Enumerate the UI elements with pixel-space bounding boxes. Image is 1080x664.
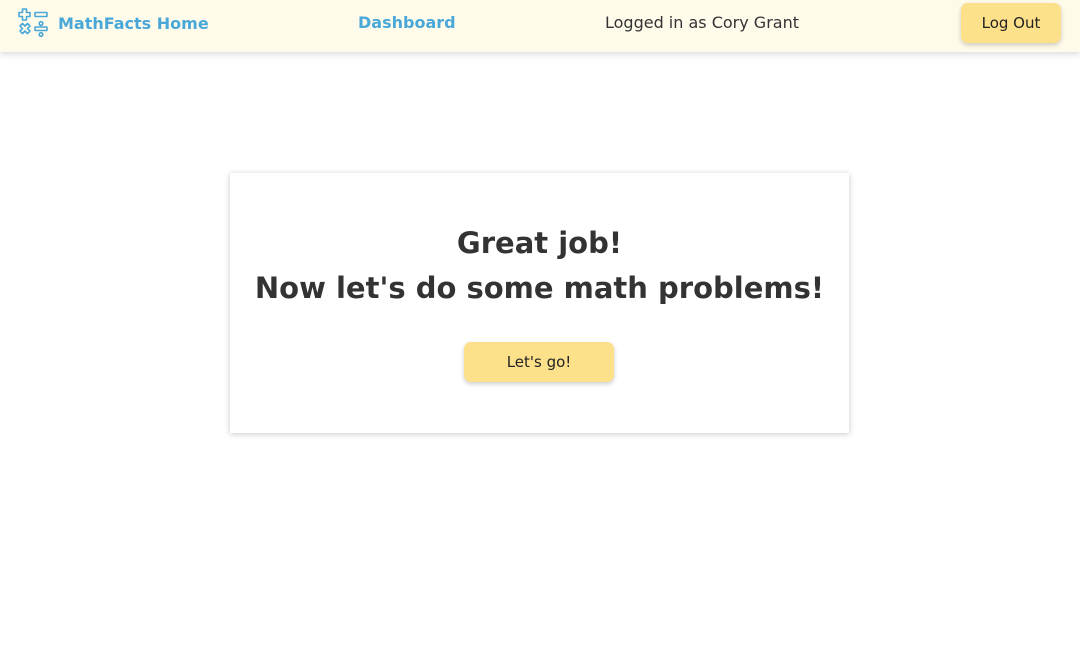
card-heading-line2: Now let's do some math problems!	[254, 271, 825, 305]
logout-button[interactable]: Log Out	[961, 3, 1061, 43]
lets-go-button[interactable]: Let's go!	[464, 342, 614, 382]
logged-in-status: Logged in as Cory Grant	[604, 13, 799, 32]
top-navbar: MathFacts Home Dashboard Logged in as Co…	[0, 0, 1080, 52]
prompt-card: Great job! Now let's do some math proble…	[230, 173, 849, 433]
card-heading-line1: Great job!	[456, 226, 623, 260]
